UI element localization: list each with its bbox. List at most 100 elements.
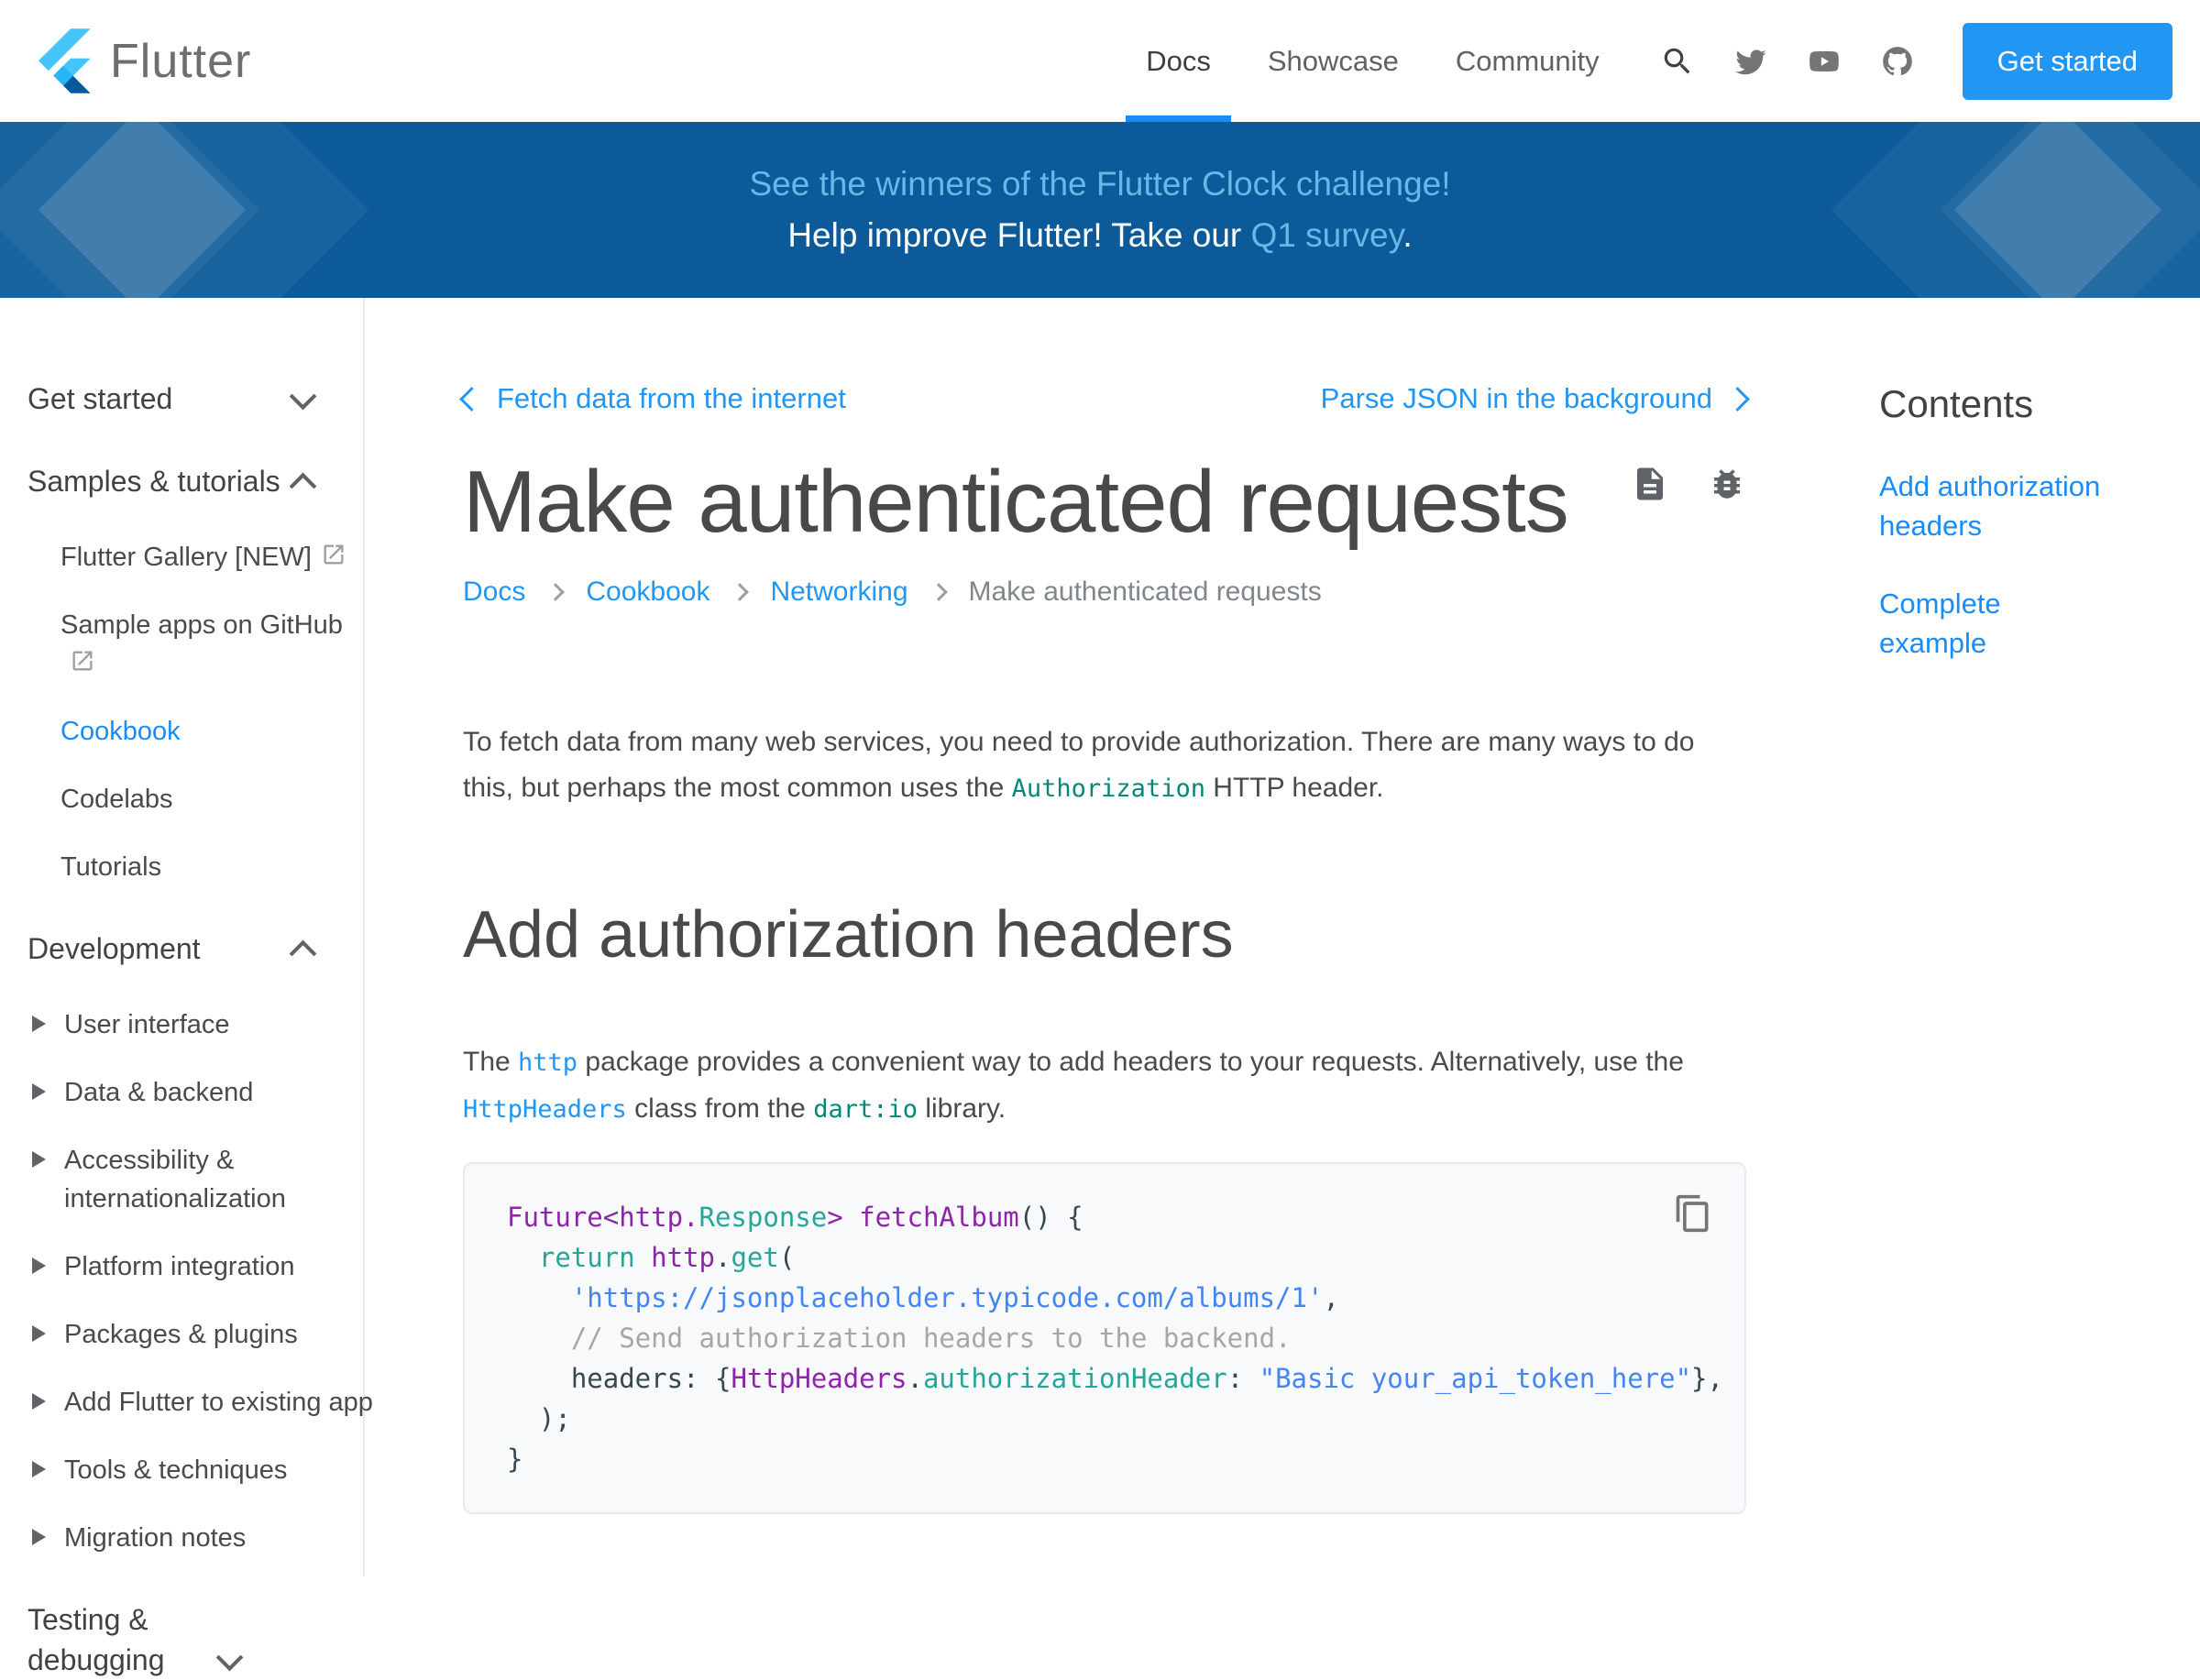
banner-text: .: [1402, 216, 1412, 254]
code-content: Future<http.Response> fetchAlbum() { ret…: [507, 1197, 1702, 1479]
title-actions: [1631, 465, 1746, 508]
youtube-icon[interactable]: [1807, 44, 1842, 79]
banner-survey-link[interactable]: Q1 survey: [1251, 216, 1403, 254]
banner-decoration: [1832, 122, 2200, 298]
sidebar-item-cookbook[interactable]: Cookbook: [60, 712, 363, 751]
banner-decoration: [1954, 122, 2162, 298]
sidebar-item-label: Packages & plugins: [64, 1320, 298, 1349]
chevron-right-icon: [930, 583, 948, 601]
sidebar: Get started Samples & tutorials Flutter Ga…: [0, 298, 365, 1576]
inline-code-httpheaders[interactable]: HttpHeaders: [463, 1095, 627, 1124]
section-heading-add-authorization-headers: Add authorization headers: [463, 896, 1746, 973]
page-navigation: Fetch data from the internet Parse JSON …: [463, 382, 1746, 415]
view-source-document-icon[interactable]: [1631, 465, 1669, 508]
chevron-left-icon: [459, 387, 484, 412]
sidebar-item-codelabs[interactable]: Codelabs: [60, 780, 363, 818]
banner-clock-challenge-link[interactable]: See the winners of the Flutter Clock cha…: [749, 165, 1450, 203]
github-icon[interactable]: [1880, 44, 1915, 79]
toc-item: Complete example: [1879, 584, 2113, 663]
sidebar-section-label: Testing & debugging: [28, 1599, 220, 1680]
banner-decoration: [0, 122, 259, 298]
breadcrumb-make-authenticated-requests: Make authenticated requests: [969, 576, 1322, 608]
flutter-wordmark: Flutter: [110, 34, 251, 89]
sidebar-item-user-interface[interactable]: User interface: [28, 1005, 387, 1044]
sidebar-item-label: Accessibility & internationalization: [64, 1146, 286, 1213]
search-icon[interactable]: [1660, 44, 1695, 79]
prev-page-link[interactable]: Fetch data from the internet: [463, 382, 846, 415]
chevron-down-icon: [290, 383, 317, 411]
bug-report-icon[interactable]: [1708, 465, 1746, 508]
twitter-icon[interactable]: [1733, 44, 1768, 79]
toc-link-complete-example[interactable]: Complete example: [1879, 587, 2001, 659]
triangle-right-icon: [32, 1083, 46, 1100]
code-line: }: [507, 1439, 1702, 1479]
flutter-logo-icon: [38, 28, 92, 93]
chevron-up-icon: [290, 473, 317, 500]
code-line: return http.get(: [507, 1237, 1702, 1278]
top-navbar: Flutter Docs Showcase Community Get starte…: [0, 0, 2200, 122]
chevron-up-icon: [290, 940, 317, 968]
sidebar-section-label: Development: [28, 928, 293, 969]
sidebar-section-label: Get started: [28, 379, 293, 419]
nav-link-community[interactable]: Community: [1456, 0, 1600, 122]
triangle-right-icon: [32, 1016, 46, 1032]
banner-decoration: [1941, 122, 2200, 298]
external-link-icon: [70, 648, 95, 674]
sidebar-item-tools-techniques[interactable]: Tools & techniques: [28, 1451, 387, 1489]
sidebar-item-label: Migration notes: [64, 1523, 246, 1553]
sidebar-item-tutorials[interactable]: Tutorials: [60, 848, 363, 886]
sidebar-item-label: Sample apps on GitHub: [60, 610, 343, 640]
breadcrumb-cookbook[interactable]: Cookbook: [586, 576, 710, 608]
sidebar-section-testing-debugging[interactable]: Testing & debugging: [28, 1599, 313, 1680]
inline-code-http[interactable]: http: [518, 1049, 578, 1077]
intro-paragraph: To fetch data from many web services, yo…: [463, 719, 1746, 812]
code-line: 'https://jsonplaceholder.typicode.com/al…: [507, 1278, 1702, 1318]
next-page-link[interactable]: Parse JSON in the background: [1321, 382, 1746, 415]
sidebar-item-packages-plugins[interactable]: Packages & plugins: [28, 1315, 387, 1354]
sidebar-item-add-flutter-to-existing-app[interactable]: Add Flutter to existing app: [28, 1383, 387, 1422]
sidebar-item-platform-integration[interactable]: Platform integration: [28, 1247, 387, 1286]
nav-links: Docs Showcase Community: [1146, 0, 1599, 122]
sidebar-sections: Get started Samples & tutorials Flutter Ga…: [28, 379, 363, 1680]
sidebar-item-flutter-gallery-new[interactable]: Flutter Gallery [NEW]: [60, 538, 363, 576]
contents-panel: Contents Add authorization headers Comple…: [1879, 298, 2200, 1576]
code-block: Future<http.Response> fetchAlbum() { ret…: [463, 1162, 1746, 1514]
sidebar-section-label: Samples & tutorials: [28, 461, 293, 501]
contents-heading: Contents: [1879, 382, 2172, 426]
sidebar-item-accessibility-internationalization[interactable]: Accessibility & internationalization: [28, 1141, 387, 1218]
copy-icon[interactable]: [1673, 1193, 1713, 1234]
code-line: // Send authorization headers to the bac…: [507, 1318, 1702, 1358]
triangle-right-icon: [32, 1461, 46, 1477]
sidebar-section-get-started[interactable]: Get started: [28, 379, 313, 419]
sidebar-section-samples-tutorials[interactable]: Samples & tutorials: [28, 461, 313, 501]
banner-survey-line: Help improve Flutter! Take our Q1 survey…: [787, 216, 1412, 255]
flutter-logo[interactable]: Flutter: [38, 28, 251, 93]
page-title: Make authenticated requests: [463, 452, 1568, 553]
toc-link-add-authorization-headers[interactable]: Add authorization headers: [1879, 470, 2100, 542]
code-line: );: [507, 1399, 1702, 1439]
toc-links: Add authorization headers Complete exampl…: [1879, 467, 2172, 663]
sidebar-section-development[interactable]: Development: [28, 928, 313, 969]
breadcrumb-networking[interactable]: Networking: [770, 576, 908, 608]
triangle-right-icon: [32, 1151, 46, 1168]
code-line: Future<http.Response> fetchAlbum() {: [507, 1197, 1702, 1237]
toc-item: Add authorization headers: [1879, 467, 2113, 545]
nav-link-docs[interactable]: Docs: [1146, 0, 1211, 122]
nav-icons: [1660, 44, 1915, 79]
banner-decoration: [38, 122, 246, 298]
sidebar-item-data-backend[interactable]: Data & backend: [28, 1073, 387, 1112]
sidebar-item-sample-apps-on-github[interactable]: Sample apps on GitHub: [60, 606, 363, 683]
chevron-down-icon: [216, 1644, 244, 1672]
code-line: headers: {HttpHeaders.authorizationHeade…: [507, 1358, 1702, 1399]
triangle-right-icon: [32, 1393, 46, 1410]
sidebar-item-migration-notes[interactable]: Migration notes: [28, 1519, 387, 1557]
sidebar-item-label: Data & backend: [64, 1078, 253, 1107]
sidebar-item-label: Codelabs: [60, 785, 173, 814]
prev-page-label: Fetch data from the internet: [497, 382, 846, 415]
chevron-right-icon: [1725, 387, 1750, 412]
inline-code-authorization: Authorization: [1012, 774, 1205, 803]
sidebar-item-label: Tools & techniques: [64, 1455, 287, 1485]
breadcrumb-docs[interactable]: Docs: [463, 576, 525, 608]
get-started-button[interactable]: Get started: [1963, 23, 2172, 100]
nav-link-showcase[interactable]: Showcase: [1268, 0, 1399, 122]
